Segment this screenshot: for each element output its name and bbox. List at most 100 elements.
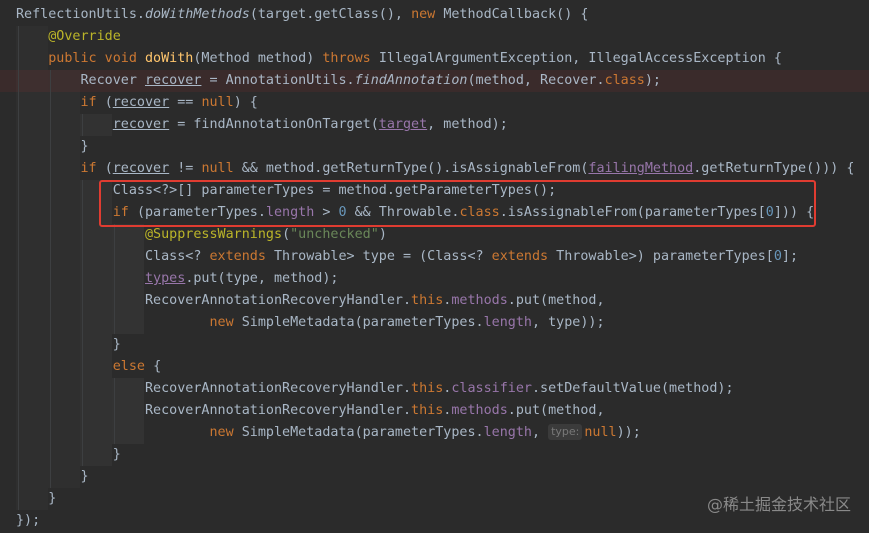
code-token: = findAnnotationOnTarget( [169,117,379,132]
code-text: Recover recover = AnnotationUtils.findAn… [16,70,661,92]
code-line-15[interactable]: new SimpleMetadata(parameterTypes.length… [0,312,869,334]
code-text: } [16,488,56,510]
code-line-6[interactable]: recover = findAnnotationOnTarget(target,… [0,114,869,136]
code-line-14[interactable]: RecoverAnnotationRecoveryHandler.this.me… [0,290,869,312]
code-line-3[interactable]: public void doWith(Method method) throws… [0,48,869,70]
code-token: } [16,139,89,154]
code-line-13[interactable]: types.put(type, method); [0,268,869,290]
code-token: extends [209,249,274,264]
code-token: recover [112,161,170,176]
code-token: class [604,73,645,88]
code-token: } [16,337,121,352]
code-token: null [584,425,617,440]
code-text: if (recover != null && method.getReturnT… [16,158,855,180]
code-text: Class<?>[] parameterTypes = method.getPa… [16,180,556,202]
code-token: } [16,469,89,484]
code-token: recover [112,95,170,110]
code-token: , method); [427,117,508,132]
code-line-21[interactable]: } [0,444,869,466]
code-token: == [169,95,202,110]
code-text: } [16,136,89,158]
code-token: , type)); [531,315,605,330]
code-line-5[interactable]: if (recover == null) { [0,92,869,114]
code-token: ( [104,95,113,110]
code-line-12[interactable]: Class<? extends Throwable> type = (Class… [0,246,869,268]
code-token: (Method method) [193,51,323,66]
code-token: SimpleMetadata(parameterTypes. [241,315,484,330]
code-line-17[interactable]: else { [0,356,869,378]
code-token: (method, Recover. [467,73,605,88]
code-token: { [153,359,162,374]
code-text: RecoverAnnotationRecoveryHandler.this.cl… [16,378,734,400]
code-token: null [201,161,242,176]
code-token: if [80,161,105,176]
code-token: ])) { [773,205,815,220]
code-line-2[interactable]: @Override [0,26,869,48]
code-token: @SuppressWarnings [145,227,283,242]
code-token: ) { [233,95,258,110]
code-text: recover = findAnnotationOnTarget(target,… [16,114,508,136]
code-token: recover [112,117,170,132]
code-line-10[interactable]: if (parameterTypes.length > 0 && Throwab… [0,202,869,224]
code-line-9[interactable]: Class<?>[] parameterTypes = method.getPa… [0,180,869,202]
code-line-11[interactable]: @SuppressWarnings("unchecked") [0,224,869,246]
code-text: if (recover == null) { [16,92,258,114]
code-token: > [314,205,339,220]
code-token: Class<?>[] parameterTypes = method.getPa… [16,183,557,198]
code-line-16[interactable]: } [0,334,869,356]
code-line-4[interactable]: Recover recover = AnnotationUtils.findAn… [0,70,869,92]
code-token: Class<? [16,249,210,264]
code-token: Throwable> type = (Class<? [273,249,492,264]
code-token: this [411,403,444,418]
code-token: 0 [765,205,774,220]
code-token: length [483,315,532,330]
code-token: && Throwable. [346,205,460,220]
code-token: ) [378,227,387,242]
code-token: } [16,447,121,462]
code-text: @SuppressWarnings("unchecked") [16,224,387,246]
code-token: 0 [773,249,782,264]
code-line-7[interactable]: } [0,136,869,158]
code-token: @Override [48,29,121,44]
code-line-20[interactable]: new SimpleMetadata(parameterTypes.length… [0,422,869,444]
code-token: .isAssignableFrom(parameterTypes[ [499,205,766,220]
code-token: } [16,491,57,506]
code-token: .put(type, method); [185,271,339,286]
code-token: null [201,95,234,110]
code-token: methods [451,293,508,308]
code-token: doWith [145,51,194,66]
code-text: types.put(type, method); [16,268,339,290]
code-token: if [112,205,137,220]
code-text: @Override [16,26,121,48]
code-line-19[interactable]: RecoverAnnotationRecoveryHandler.this.me… [0,400,869,422]
code-line-8[interactable]: if (recover != null && method.getReturnT… [0,158,869,180]
code-token: )); [616,425,641,440]
code-token: ]; [781,249,799,264]
inlay-parameter-hint: type: [548,424,583,440]
code-editor[interactable]: ReflectionUtils.doWithMethods(target.get… [0,0,869,533]
code-token: ); [644,73,661,88]
code-token: }); [16,513,41,528]
code-token: this [411,293,444,308]
code-line-18[interactable]: RecoverAnnotationRecoveryHandler.this.cl… [0,378,869,400]
code-token: else [112,359,154,374]
code-token: (parameterTypes. [136,205,266,220]
code-line-1[interactable]: ReflectionUtils.doWithMethods(target.get… [0,4,869,26]
code-text: public void doWith(Method method) throws… [16,48,782,70]
code-token: class [459,205,500,220]
code-token: .getReturnType())) { [693,161,855,176]
code-text: new SimpleMetadata(parameterTypes.length… [16,312,605,334]
code-token: recover [145,73,202,88]
code-token: new [209,425,242,440]
code-token: public void [48,51,145,66]
code-token: , [531,425,549,440]
code-token: types [145,271,186,286]
code-token: .put(method, [507,293,605,308]
code-line-22[interactable]: } [0,466,869,488]
